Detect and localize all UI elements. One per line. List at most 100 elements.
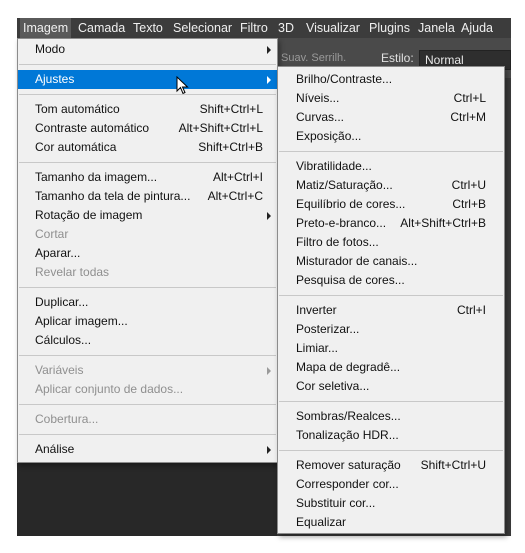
menu-item-ajustes[interactable]: Ajustes	[18, 70, 277, 89]
menubar-item-3d[interactable]: 3D	[275, 18, 297, 38]
menubar-item-camada[interactable]: Camada	[75, 18, 128, 38]
menu-item-rotacao-de-imagem[interactable]: Rotação de imagem	[18, 206, 277, 225]
menu-item-inverter[interactable]: Inverter Ctrl+I	[278, 301, 504, 320]
menu-item-shortcut: Ctrl+I	[456, 303, 486, 317]
menu-item-equilibrio-de-cores[interactable]: Equilíbrio de cores... Ctrl+B	[278, 195, 504, 214]
menu-item-filtro-de-fotos[interactable]: Filtro de fotos...	[278, 233, 504, 252]
menu-item-pesquisa-de-cores[interactable]: Pesquisa de cores...	[278, 271, 504, 290]
menu-item-label: Contraste automático	[35, 121, 150, 135]
screenshot-frame: Suav. Serrilh. Estilo: Normal Imagem Cama…	[0, 0, 525, 553]
menubar-item-filtro[interactable]: Filtro	[237, 18, 271, 38]
menu-item-label: Níveis...	[296, 91, 340, 105]
menu-item-mapa-de-degrade[interactable]: Mapa de degradê...	[278, 358, 504, 377]
submenu-arrow-icon	[267, 212, 271, 220]
menu-item-corresponder-cor[interactable]: Corresponder cor...	[278, 475, 504, 494]
menu-item-label: Equalizar	[296, 515, 347, 529]
menu-item-analise[interactable]: Análise	[18, 440, 277, 459]
menubar-item-texto[interactable]: Texto	[130, 18, 166, 38]
menubar-item-plugins[interactable]: Plugins	[366, 18, 413, 38]
menu-separator	[279, 450, 503, 451]
menu-item-label: Limiar...	[296, 341, 339, 355]
menu-item-label: Remover saturação	[296, 458, 401, 472]
menu-item-label: Cor seletiva...	[296, 379, 370, 393]
menu-separator	[279, 295, 503, 296]
menu-item-equalizar[interactable]: Equalizar	[278, 513, 504, 532]
menu-separator	[19, 64, 276, 65]
menu-item-cor-seletiva[interactable]: Cor seletiva...	[278, 377, 504, 396]
menu-item-shortcut: Ctrl+L	[453, 91, 486, 105]
menu-separator	[19, 355, 276, 356]
menu-item-aplicar-conjunto-de-dados: Aplicar conjunto de dados...	[18, 380, 277, 399]
mouse-pointer-icon	[176, 76, 189, 95]
menubar-item-selecionar[interactable]: Selecionar	[170, 18, 235, 38]
menu-item-shortcut: Alt+Ctrl+C	[207, 189, 263, 203]
menu-item-label: Ajustes	[35, 72, 75, 86]
menu-item-shortcut: Ctrl+M	[450, 110, 486, 124]
menu-item-label: Substituir cor...	[296, 496, 376, 510]
menu-item-tamanho-da-tela-de-pintura[interactable]: Tamanho da tela de pintura... Alt+Ctrl+C	[18, 187, 277, 206]
menu-item-revelar-todas: Revelar todas	[18, 263, 277, 282]
menu-item-shortcut: Shift+Ctrl+B	[198, 140, 263, 154]
options-faded-text: Suav. Serrilh.	[281, 52, 347, 64]
menu-item-label: Análise	[35, 442, 75, 456]
menu-item-substituir-cor[interactable]: Substituir cor...	[278, 494, 504, 513]
menu-item-shortcut: Shift+Ctrl+L	[199, 102, 263, 116]
menu-item-modo[interactable]: Modo	[18, 40, 277, 59]
menu-item-preto-e-branco[interactable]: Preto-e-branco... Alt+Shift+Ctrl+B	[278, 214, 504, 233]
menu-item-posterizar[interactable]: Posterizar...	[278, 320, 504, 339]
menubar-item-visualizar[interactable]: Visualizar	[303, 18, 363, 38]
menubar-item-janela[interactable]: Janela	[415, 18, 458, 38]
menu-item-calculos[interactable]: Cálculos...	[18, 331, 277, 350]
menu-item-duplicar[interactable]: Duplicar...	[18, 293, 277, 312]
menu-item-label: Filtro de fotos...	[296, 235, 379, 249]
menu-item-label: Pesquisa de cores...	[296, 273, 405, 287]
menu-item-label: Preto-e-branco...	[296, 216, 387, 230]
menu-item-label: Inverter	[296, 303, 337, 317]
adjustments-submenu: Brilho/Contraste... Níveis... Ctrl+L Curvas…	[277, 66, 505, 534]
menu-item-shortcut: Alt+Ctrl+I	[212, 170, 263, 184]
menu-item-label: Brilho/Contraste...	[296, 72, 393, 86]
menu-item-label: Mapa de degradê...	[296, 360, 401, 374]
menu-item-matiz-saturacao[interactable]: Matiz/Saturação... Ctrl+U	[278, 176, 504, 195]
menu-item-aplicar-imagem[interactable]: Aplicar imagem...	[18, 312, 277, 331]
menu-item-label: Variáveis	[35, 363, 84, 377]
menu-item-cor-automatica[interactable]: Cor automática Shift+Ctrl+B	[18, 138, 277, 157]
menu-item-label: Cálculos...	[35, 333, 92, 347]
menu-item-brilho-contraste[interactable]: Brilho/Contraste...	[278, 70, 504, 89]
menu-separator	[19, 162, 276, 163]
menu-item-label: Exposição...	[296, 129, 362, 143]
menu-separator	[19, 404, 276, 405]
submenu-arrow-icon	[267, 446, 271, 454]
menu-separator	[19, 94, 276, 95]
menu-item-sombras-realces[interactable]: Sombras/Realces...	[278, 407, 504, 426]
menu-item-vibratilidade[interactable]: Vibratilidade...	[278, 157, 504, 176]
menu-item-label: Curvas...	[296, 110, 345, 124]
menu-item-niveis[interactable]: Níveis... Ctrl+L	[278, 89, 504, 108]
menu-item-label: Rotação de imagem	[35, 208, 143, 222]
menu-item-exposicao[interactable]: Exposição...	[278, 127, 504, 146]
menu-separator	[19, 287, 276, 288]
menu-item-shortcut: Alt+Shift+Ctrl+B	[400, 216, 486, 230]
lower-panel	[17, 460, 277, 536]
menu-item-curvas[interactable]: Curvas... Ctrl+M	[278, 108, 504, 127]
menu-item-label: Cobertura...	[35, 412, 99, 426]
menu-item-tamanho-da-imagem[interactable]: Tamanho da imagem... Alt+Ctrl+I	[18, 168, 277, 187]
menu-item-misturador-de-canais[interactable]: Misturador de canais...	[278, 252, 504, 271]
submenu-arrow-icon	[267, 46, 271, 54]
menu-item-label: Tamanho da tela de pintura...	[35, 189, 191, 203]
menubar-item-imagem[interactable]: Imagem	[20, 18, 72, 38]
menu-item-label: Vibratilidade...	[296, 159, 372, 173]
menu-item-label: Aplicar imagem...	[35, 314, 128, 328]
menu-item-tom-automatico[interactable]: Tom automático Shift+Ctrl+L	[18, 100, 277, 119]
menu-separator	[279, 401, 503, 402]
menu-item-tonalizacao-hdr[interactable]: Tonalização HDR...	[278, 426, 504, 445]
menu-item-cobertura: Cobertura...	[18, 410, 277, 429]
menu-item-contraste-automatico[interactable]: Contraste automático Alt+Shift+Ctrl+L	[18, 119, 277, 138]
style-label: Estilo:	[381, 51, 414, 65]
menubar-item-ajuda[interactable]: Ajuda	[458, 18, 496, 38]
menu-item-label: Posterizar...	[296, 322, 360, 336]
menu-item-limiar[interactable]: Limiar...	[278, 339, 504, 358]
menu-item-aparar[interactable]: Aparar...	[18, 244, 277, 263]
menu-item-remover-saturacao[interactable]: Remover saturação Shift+Ctrl+U	[278, 456, 504, 475]
menu-item-label: Misturador de canais...	[296, 254, 418, 268]
